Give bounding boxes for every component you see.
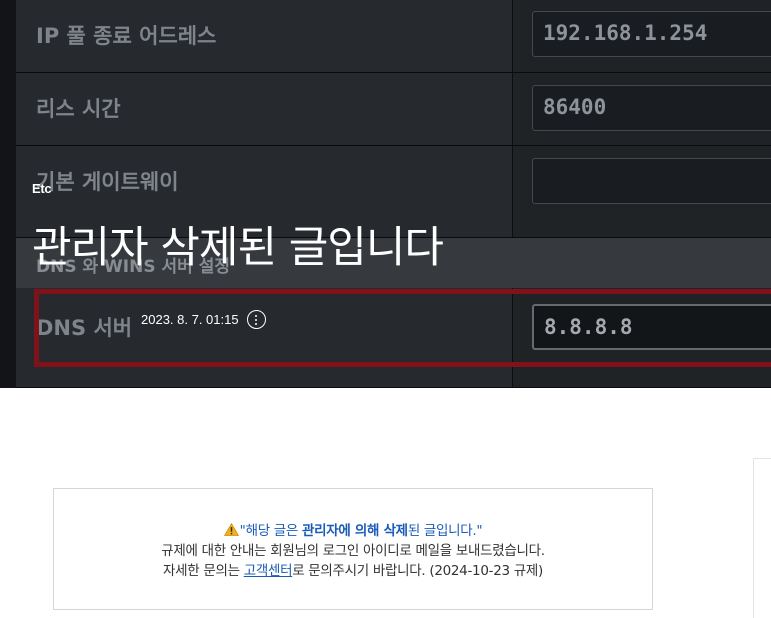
notice-emphasis: 관리자에 의해 삭제 [302, 523, 408, 539]
notice-line-2: 규제에 대한 안내는 회원님의 로그인 아이디로 메일을 보내드렸습니다. [161, 543, 545, 559]
sidebar-edge [753, 458, 771, 618]
post-hero: IP 풀 종료 어드레스 192.168.1.254 리스 시간 86400 기… [0, 0, 771, 388]
post-meta: 2023. 8. 7. 01:15 [141, 310, 266, 329]
warning-icon [223, 523, 239, 536]
deleted-post-notice: "해당 글은 관리자에 의해 삭제된 글입니다." 규제에 대한 안내는 회원님… [53, 488, 653, 610]
post-date: 2023. 8. 7. 01:15 [141, 312, 239, 327]
post-category[interactable]: Etc [32, 181, 52, 196]
notice-line-1: "해당 글은 관리자에 의해 삭제된 글입니다." [54, 521, 652, 541]
more-options-icon[interactable] [246, 310, 266, 329]
post-title: 관리자 삭제된 글입니다 [32, 223, 444, 273]
hero-shade [0, 0, 771, 388]
notice-line-3: 자세한 문의는 고객센터로 문의주시기 바랍니다. (2024-10-23 규제… [163, 563, 543, 579]
customer-center-link[interactable]: 고객센터 [244, 563, 293, 579]
